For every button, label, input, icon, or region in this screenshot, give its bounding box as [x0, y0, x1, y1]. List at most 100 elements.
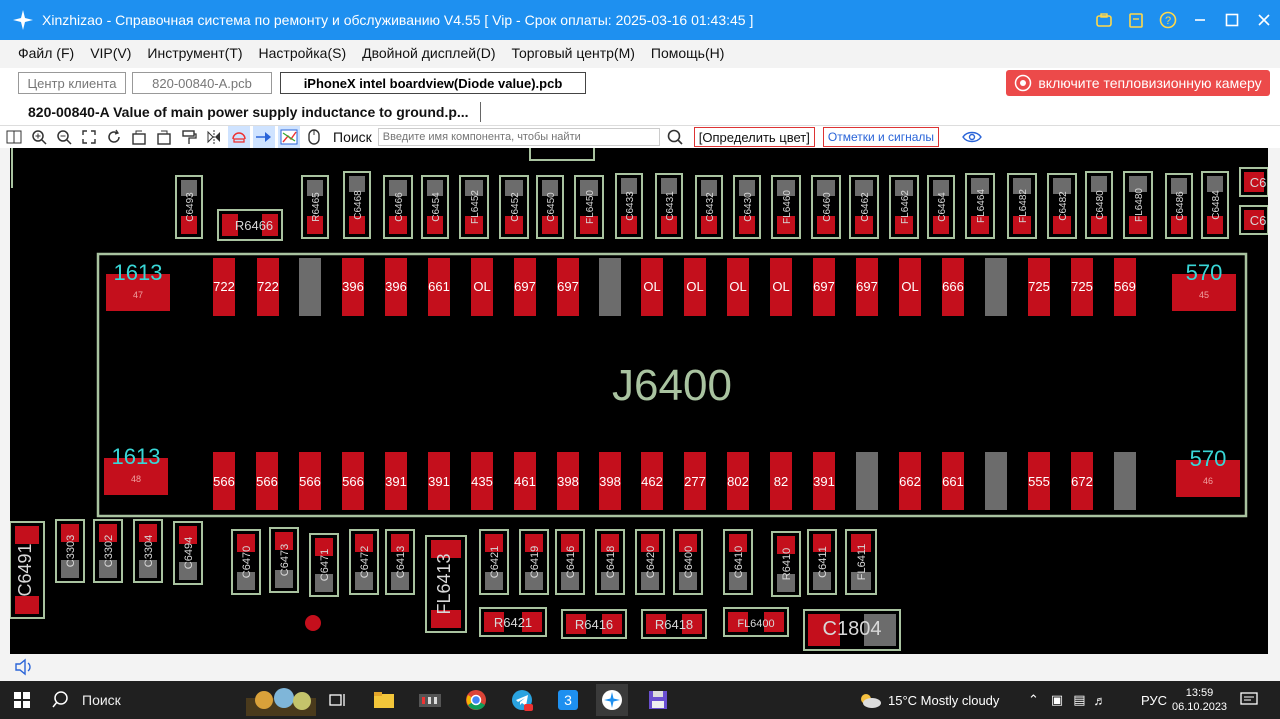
meet-icon[interactable]: ▣: [1051, 692, 1063, 708]
top-pin-value-10[interactable]: OL: [643, 279, 660, 294]
bottom-pin-value-0[interactable]: 566: [213, 474, 235, 489]
taskbar-search[interactable]: Поиск: [46, 687, 121, 713]
eye-icon[interactable]: [961, 126, 983, 148]
flip-bottom-icon[interactable]: [153, 126, 175, 148]
task-view-icon[interactable]: [322, 684, 354, 716]
top-pin-value-17[interactable]: 666: [942, 279, 964, 294]
top-pin-value-8[interactable]: 697: [557, 279, 579, 294]
top-pin-value-19[interactable]: 725: [1028, 279, 1050, 294]
help-icon[interactable]: ?: [1152, 0, 1184, 40]
net-map-icon[interactable]: [278, 126, 300, 148]
bottom-pin-value-4[interactable]: 391: [385, 474, 407, 489]
zoom-out-icon[interactable]: [53, 126, 75, 148]
mirror-icon[interactable]: [203, 126, 225, 148]
bottom-pin-18[interactable]: [985, 452, 1007, 510]
top-pin-value-3[interactable]: 396: [342, 279, 364, 294]
fit-view-icon[interactable]: [78, 126, 100, 148]
search-input[interactable]: [377, 128, 660, 146]
board-canvas[interactable]: J6400 1613 47 570 45 1613 48 570 46 722 722 396 396 6…: [10, 148, 1268, 654]
briefcase-icon[interactable]: [1088, 0, 1120, 40]
top-pin-value-12[interactable]: OL: [729, 279, 746, 294]
menu-vip[interactable]: VIP(V): [90, 45, 131, 61]
top-pin-value-20[interactable]: 725: [1071, 279, 1093, 294]
top-pin-9[interactable]: [599, 258, 621, 316]
bottom-pin-value-7[interactable]: 461: [514, 474, 536, 489]
bottom-pin-value-3[interactable]: 566: [342, 474, 364, 489]
clock[interactable]: 13:59 06.10.2023: [1172, 681, 1227, 719]
bottom-pin-value-19[interactable]: 555: [1028, 474, 1050, 489]
clipboard-icon[interactable]: [1120, 0, 1152, 40]
save-disk-icon[interactable]: [642, 684, 674, 716]
bottom-pin-21[interactable]: [1114, 452, 1136, 510]
bottom-pin-value-9[interactable]: 398: [599, 474, 621, 489]
top-pin-value-6[interactable]: OL: [473, 279, 490, 294]
language-indicator[interactable]: РУС: [1141, 681, 1167, 719]
top-pin-value-5[interactable]: 661: [428, 279, 450, 294]
weather-widget[interactable]: 15°C Mostly cloudy: [858, 681, 999, 719]
mouse-icon[interactable]: [303, 126, 325, 148]
top-pin-value-14[interactable]: 697: [813, 279, 835, 294]
top-pin-18[interactable]: [985, 258, 1007, 316]
bottom-pin-value-5[interactable]: 391: [428, 474, 450, 489]
sound-icon[interactable]: [14, 658, 34, 681]
volume-icon[interactable]: ♬: [1094, 693, 1107, 708]
tab-pcb-file[interactable]: 820-00840-A.pcb: [132, 72, 272, 94]
menu-shop[interactable]: Торговый центр(M): [512, 45, 635, 61]
signal-icon[interactable]: [228, 126, 250, 148]
bottom-pin-value-14[interactable]: 391: [813, 474, 835, 489]
thermal-camera-button[interactable]: включите тепловизионную камеру: [1006, 70, 1270, 96]
app-toolbox-icon[interactable]: [414, 684, 446, 716]
paint-roller-icon[interactable]: [178, 126, 200, 148]
minimize-icon[interactable]: [1184, 0, 1216, 40]
top-pin-value-4[interactable]: 396: [385, 279, 407, 294]
windows-start-icon[interactable]: [14, 692, 30, 713]
tab-boardview-file[interactable]: iPhoneX intel boardview(Diode value).pcb: [280, 72, 586, 94]
bottom-pin-value-11[interactable]: 277: [684, 474, 706, 489]
close-icon[interactable]: [1248, 0, 1280, 40]
search-icon[interactable]: [664, 126, 686, 148]
notification-icon[interactable]: [1240, 681, 1258, 719]
bottom-pin-value-1[interactable]: 566: [256, 474, 278, 489]
determine-color-button[interactable]: [Определить цвет]: [693, 127, 815, 147]
top-pin-2[interactable]: [299, 258, 321, 316]
tray-icons[interactable]: ⌃ ▣ ▤ ♬: [1028, 681, 1107, 719]
bottom-pin-value-12[interactable]: 802: [727, 474, 749, 489]
flip-top-icon[interactable]: [128, 126, 150, 148]
rotate-icon[interactable]: [103, 126, 125, 148]
split-view-icon[interactable]: [3, 126, 25, 148]
network-icon[interactable]: ▤: [1073, 692, 1085, 708]
bottom-pin-value-20[interactable]: 672: [1071, 474, 1093, 489]
top-pin-value-1[interactable]: 722: [257, 279, 279, 294]
menu-file[interactable]: Файл (F): [18, 45, 74, 61]
menu-tools[interactable]: Инструмент(T): [147, 45, 242, 61]
top-pin-value-15[interactable]: 697: [856, 279, 878, 294]
bottom-pin-value-6[interactable]: 435: [471, 474, 493, 489]
zoom-in-icon[interactable]: [28, 126, 50, 148]
bottom-pin-value-17[interactable]: 661: [942, 474, 964, 489]
bottom-pin-value-8[interactable]: 398: [557, 474, 579, 489]
tab-client-center[interactable]: Центр клиента: [18, 72, 126, 94]
boardview-svg[interactable]: J6400 1613 47 570 45 1613 48 570 46 722 722 396 396 6…: [10, 148, 1268, 654]
app-three-icon[interactable]: 3: [552, 684, 584, 716]
top-pin-value-0[interactable]: 722: [213, 279, 235, 294]
xinzhizao-taskbar-icon[interactable]: [596, 684, 628, 716]
document-tab[interactable]: 820-00840-A Value of main power supply i…: [28, 104, 469, 120]
top-pin-value-7[interactable]: 697: [514, 279, 536, 294]
top-pin-value-13[interactable]: OL: [772, 279, 789, 294]
menu-dual-display[interactable]: Двойной дисплей(D): [362, 45, 495, 61]
pin-select-icon[interactable]: [253, 126, 275, 148]
menu-settings[interactable]: Настройка(S): [259, 45, 347, 61]
bottom-pin-value-10[interactable]: 462: [641, 474, 663, 489]
menu-help[interactable]: Помощь(H): [651, 45, 725, 61]
file-explorer-icon[interactable]: [368, 684, 400, 716]
top-pin-value-21[interactable]: 569: [1114, 279, 1136, 294]
bottom-pin-value-16[interactable]: 662: [899, 474, 921, 489]
top-pin-value-11[interactable]: OL: [686, 279, 703, 294]
top-pin-value-16[interactable]: OL: [901, 279, 918, 294]
bottom-pin-15[interactable]: [856, 452, 878, 510]
maximize-icon[interactable]: [1216, 0, 1248, 40]
telegram-icon[interactable]: [506, 684, 538, 716]
chrome-icon[interactable]: [460, 684, 492, 716]
bottom-pin-value-2[interactable]: 566: [299, 474, 321, 489]
bottom-pin-value-13[interactable]: 82: [774, 474, 788, 489]
